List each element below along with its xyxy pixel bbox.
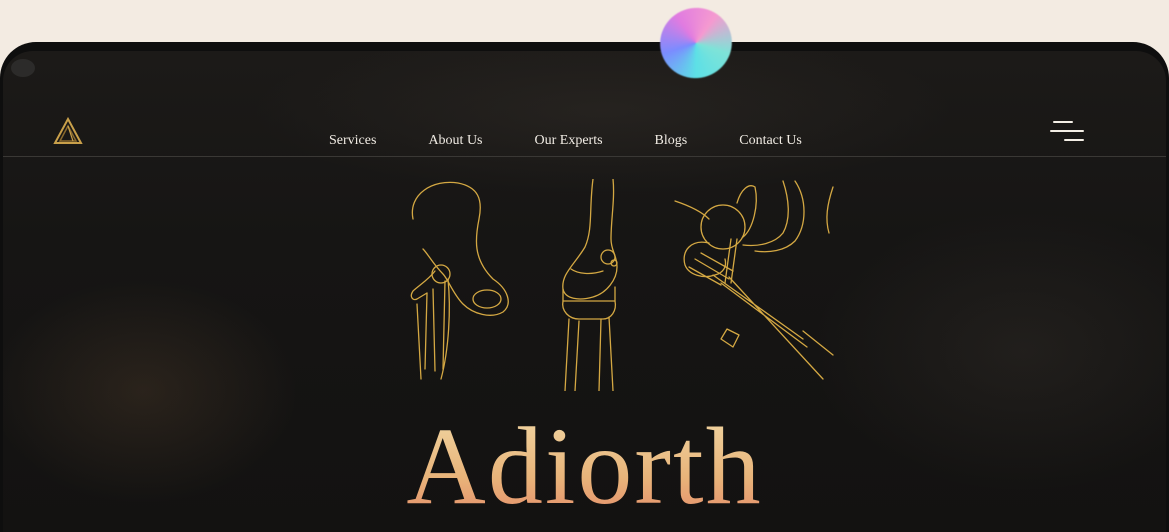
nav-link-contact-us[interactable]: Contact Us — [739, 133, 802, 149]
device-frame: Services About Us Our Experts Blogs Cont… — [0, 42, 1169, 532]
top-navigation: Services About Us Our Experts Blogs Cont… — [3, 51, 1166, 157]
nav-link-services[interactable]: Services — [329, 133, 376, 149]
brand-title: Adiorth — [3, 411, 1166, 521]
logo-icon[interactable] — [53, 117, 83, 145]
hip-implant-icon — [410, 181, 509, 380]
knee-implant-icon — [562, 179, 618, 391]
nav-link-blogs[interactable]: Blogs — [655, 133, 688, 149]
shoulder-implant-icon — [674, 180, 834, 380]
nav-link-about-us[interactable]: About Us — [428, 133, 482, 149]
hero-screen: Services About Us Our Experts Blogs Cont… — [3, 51, 1166, 532]
nav-link-our-experts[interactable]: Our Experts — [535, 133, 603, 149]
nav-menu: Services About Us Our Experts Blogs Cont… — [329, 133, 854, 149]
hamburger-menu-icon[interactable] — [1050, 121, 1084, 145]
orthopedic-joint-implants-illustration — [410, 179, 834, 391]
